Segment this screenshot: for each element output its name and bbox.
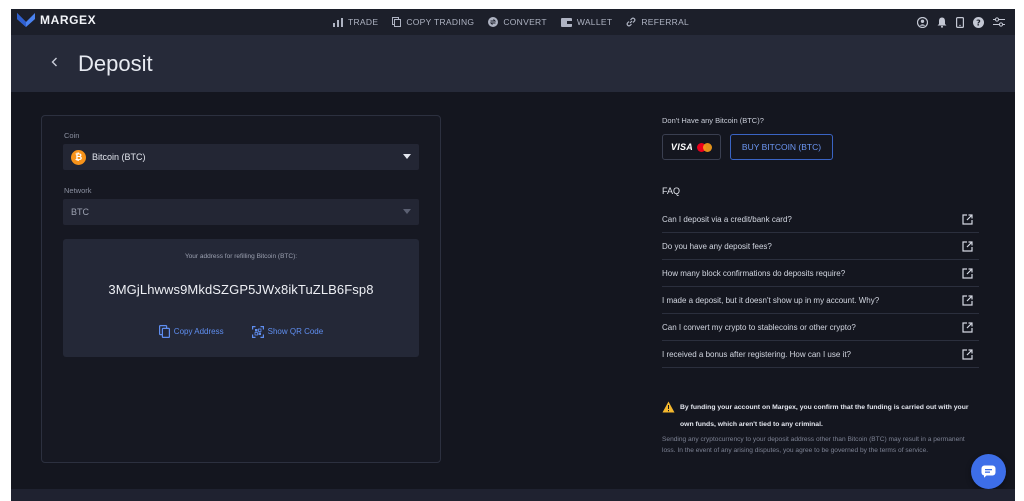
faq-title: FAQ: [662, 186, 681, 196]
faq-question: Can I deposit via a credit/bank card?: [662, 214, 792, 224]
faq-question: Can I convert my crypto to stablecoins o…: [662, 322, 856, 332]
settings-icon[interactable]: [993, 17, 1005, 27]
phone-icon[interactable]: [956, 16, 964, 28]
address-box: Your address for refilling Bitcoin (BTC)…: [63, 239, 419, 357]
network-label: Network: [64, 186, 92, 195]
svg-text:?: ?: [976, 18, 981, 27]
mastercard-icon: [697, 142, 713, 152]
nav-actions: ?: [917, 9, 1005, 35]
bitcoin-icon: ₿: [71, 149, 86, 165]
top-navbar: MARGEX TRADE COPY TRADING CONVERT WALLET…: [11, 9, 1015, 35]
page-header: Deposit: [11, 35, 1015, 92]
faq-question: Do you have any deposit fees?: [662, 241, 772, 251]
faq-question: I received a bonus after registering. Ho…: [662, 349, 851, 359]
coin-label: Coin: [64, 131, 80, 140]
network-select[interactable]: BTC: [63, 199, 419, 225]
faq-item[interactable]: I received a bonus after registering. Ho…: [662, 341, 979, 368]
external-link-icon: [962, 240, 973, 252]
coin-select[interactable]: ₿ Bitcoin (BTC): [63, 144, 419, 170]
external-link-icon: [962, 321, 973, 333]
faq-question: I made a deposit, but it doesn't show up…: [662, 295, 880, 305]
deposit-card: Coin ₿ Bitcoin (BTC) Network BTC Your ad…: [41, 115, 441, 463]
nav-wallet[interactable]: WALLET: [560, 17, 613, 27]
brand-name: MARGEX: [40, 13, 97, 27]
margex-logo-icon: [17, 13, 35, 27]
qr-code-icon: [251, 325, 264, 338]
faq-item[interactable]: Do you have any deposit fees?: [662, 233, 979, 260]
support-chat-button[interactable]: [971, 454, 1006, 489]
deposit-address[interactable]: 3MGjLhwws9MkdSZGP5JWx8ikTuZLB6Fsp8: [63, 282, 419, 297]
funding-disclaimer: By funding your account on Margex, you c…: [662, 399, 980, 456]
coin-select-value: Bitcoin (BTC): [92, 152, 146, 162]
bar-chart-icon: [333, 17, 343, 27]
address-caption: Your address for refilling Bitcoin (BTC)…: [184, 253, 298, 260]
help-icon[interactable]: ?: [973, 16, 984, 28]
copy-address-button[interactable]: Copy Address: [158, 325, 224, 338]
buy-prompt: Don't Have any Bitcoin (BTC)?: [662, 116, 764, 125]
faq-item[interactable]: Can I convert my crypto to stablecoins o…: [662, 314, 979, 341]
address-actions: Copy Address Show QR Code: [63, 325, 419, 338]
show-qr-button[interactable]: Show QR Code: [251, 325, 324, 338]
nav-trade[interactable]: TRADE: [333, 17, 378, 27]
bell-icon[interactable]: [937, 17, 947, 28]
nav-convert-label: CONVERT: [503, 17, 547, 27]
user-icon[interactable]: [917, 16, 928, 28]
faq-item[interactable]: Can I deposit via a credit/bank card?: [662, 206, 979, 233]
chat-icon: [981, 465, 996, 478]
external-link-icon: [962, 267, 973, 279]
network-select-value: BTC: [71, 207, 89, 217]
app-window: MARGEX TRADE COPY TRADING CONVERT WALLET…: [11, 9, 1015, 501]
nav-referral-label: REFERRAL: [641, 17, 690, 27]
faq-question: How many block confirmations do deposits…: [662, 268, 846, 278]
external-link-icon: [962, 213, 973, 225]
nav-trade-label: TRADE: [348, 17, 379, 27]
convert-icon: [488, 17, 499, 27]
external-link-icon: [962, 348, 973, 360]
external-link-icon: [962, 294, 973, 306]
link-icon: [626, 17, 636, 27]
visa-label: VISA: [670, 142, 694, 152]
wallet-icon: [560, 17, 572, 27]
back-button[interactable]: [51, 54, 58, 70]
faq-item[interactable]: How many block confirmations do deposits…: [662, 260, 979, 287]
nav-referral[interactable]: REFERRAL: [626, 17, 689, 27]
footer-strip: [11, 489, 1015, 501]
page-title: Deposit: [78, 51, 153, 76]
disclaimer-strong-row: By funding your account on Margex, you c…: [662, 399, 980, 433]
copy-address-label: Copy Address: [173, 327, 224, 336]
copy-icon: [392, 17, 402, 27]
buy-bitcoin-button[interactable]: BUY BITCOIN (BTC): [730, 134, 833, 160]
caret-down-icon: [403, 209, 411, 214]
copy-icon: [158, 325, 170, 338]
show-qr-label: Show QR Code: [267, 327, 324, 336]
visa-mastercard-button[interactable]: VISA: [662, 134, 721, 160]
caret-down-icon: [403, 154, 411, 159]
nav-convert[interactable]: CONVERT: [488, 17, 547, 27]
nav-copy-trading[interactable]: COPY TRADING: [392, 17, 474, 27]
disclaimer-small: Sending any cryptocurrency to your depos…: [662, 436, 965, 454]
main-nav: TRADE COPY TRADING CONVERT WALLET REFERR…: [333, 9, 689, 35]
logo[interactable]: MARGEX: [17, 13, 96, 27]
faq-list: Can I deposit via a credit/bank card? Do…: [662, 206, 979, 368]
faq-item[interactable]: I made a deposit, but it doesn't show up…: [662, 287, 979, 314]
disclaimer-strong: By funding your account on Margex, you c…: [680, 404, 969, 428]
chevron-left-icon: [51, 57, 57, 67]
nav-copy-trading-label: COPY TRADING: [406, 17, 475, 27]
warning-icon: [662, 401, 675, 413]
nav-wallet-label: WALLET: [576, 17, 613, 27]
